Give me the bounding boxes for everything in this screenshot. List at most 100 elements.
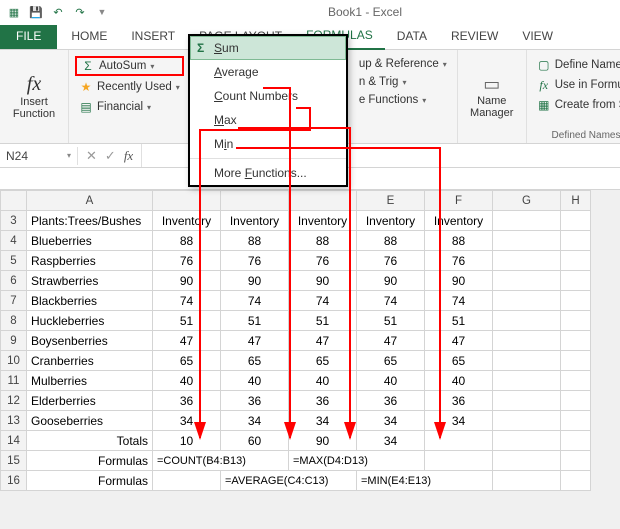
col-header-E[interactable]: E	[357, 191, 425, 211]
row-header[interactable]: 16	[1, 471, 27, 491]
row-header[interactable]: 14	[1, 431, 27, 451]
cell[interactable]	[493, 411, 561, 431]
cell[interactable]: =AVERAGE(C4:C13)	[221, 471, 357, 491]
cell[interactable]: 40	[221, 371, 289, 391]
cell[interactable]: 36	[357, 391, 425, 411]
cell[interactable]	[493, 231, 561, 251]
cell[interactable]	[493, 331, 561, 351]
col-header-G[interactable]: G	[493, 191, 561, 211]
cell[interactable]	[493, 271, 561, 291]
cell[interactable]: 47	[221, 331, 289, 351]
cell[interactable]: 40	[425, 371, 493, 391]
cell[interactable]: 74	[357, 291, 425, 311]
enter-icon[interactable]: ✓	[105, 148, 116, 164]
dd-sum[interactable]: Sum	[190, 36, 346, 60]
cell[interactable]: =MAX(D4:D13)	[289, 451, 425, 471]
cell[interactable]: Gooseberries	[27, 411, 153, 431]
cell[interactable]: 10	[153, 431, 221, 451]
cell[interactable]: 36	[153, 391, 221, 411]
undo-icon[interactable]: ↶	[50, 4, 66, 20]
dd-count-numbers[interactable]: Count Numbers	[190, 84, 346, 108]
fx-icon[interactable]: fx	[124, 148, 133, 164]
row-header[interactable]: 6	[1, 271, 27, 291]
cell[interactable]: =MIN(E4:E13)	[357, 471, 493, 491]
cell[interactable]	[493, 311, 561, 331]
cell[interactable]	[493, 351, 561, 371]
cell[interactable]	[493, 471, 561, 491]
row-header[interactable]: 10	[1, 351, 27, 371]
tab-home[interactable]: HOME	[59, 25, 119, 49]
cell[interactable]	[425, 431, 493, 451]
cell[interactable]	[493, 211, 561, 231]
dd-min[interactable]: Min	[190, 132, 346, 156]
cell[interactable]	[561, 251, 591, 271]
financial-button[interactable]: ▤ Financial ▾	[75, 98, 184, 116]
cell[interactable]: Formulas	[27, 471, 153, 491]
define-name-button[interactable]: ▢ Define Name ▾	[533, 56, 620, 74]
dd-more-functions[interactable]: More Functions...	[190, 161, 346, 185]
cell[interactable]	[561, 411, 591, 431]
cell[interactable]: 65	[425, 351, 493, 371]
cell[interactable]: 34	[425, 411, 493, 431]
dd-average[interactable]: Average	[190, 60, 346, 84]
col-header-H[interactable]: H	[561, 191, 591, 211]
cell[interactable]: 74	[289, 291, 357, 311]
qat-dropdown-icon[interactable]: ▼	[94, 4, 110, 20]
cell[interactable]	[561, 331, 591, 351]
worksheet[interactable]: A E F G H 3 Plants:Trees/Bushes Inventor…	[0, 190, 620, 491]
cell[interactable]: 34	[289, 411, 357, 431]
cell[interactable]: 47	[153, 331, 221, 351]
cell[interactable]: 90	[221, 271, 289, 291]
col-header-B[interactable]	[153, 191, 221, 211]
cell[interactable]: 65	[153, 351, 221, 371]
cell[interactable]: Cranberries	[27, 351, 153, 371]
cell[interactable]: 36	[425, 391, 493, 411]
cell[interactable]: 90	[289, 271, 357, 291]
cell[interactable]	[493, 431, 561, 451]
select-all-cell[interactable]	[1, 191, 27, 211]
cell[interactable]: 40	[289, 371, 357, 391]
row-header[interactable]: 7	[1, 291, 27, 311]
cell[interactable]: Blueberries	[27, 231, 153, 251]
tab-review[interactable]: REVIEW	[439, 25, 510, 49]
cell[interactable]: 76	[357, 251, 425, 271]
row-header[interactable]: 8	[1, 311, 27, 331]
cell[interactable]	[561, 271, 591, 291]
name-box[interactable]: N24 ▾	[0, 147, 78, 165]
cell[interactable]: 88	[289, 231, 357, 251]
cell[interactable]	[493, 391, 561, 411]
cell[interactable]: 88	[425, 231, 493, 251]
cell[interactable]	[425, 451, 493, 471]
cell[interactable]: 51	[425, 311, 493, 331]
cell[interactable]: 40	[357, 371, 425, 391]
row-header[interactable]: 13	[1, 411, 27, 431]
cell[interactable]: 76	[425, 251, 493, 271]
cell[interactable]: Boysenberries	[27, 331, 153, 351]
cell[interactable]: Strawberries	[27, 271, 153, 291]
cell[interactable]: Inventory	[289, 211, 357, 231]
cell[interactable]	[561, 371, 591, 391]
autosum-button[interactable]: Σ AutoSum ▾	[75, 56, 184, 76]
cell[interactable]: 65	[357, 351, 425, 371]
cell[interactable]: 47	[425, 331, 493, 351]
cell[interactable]: 76	[221, 251, 289, 271]
row-header[interactable]: 11	[1, 371, 27, 391]
cell[interactable]	[561, 471, 591, 491]
cell[interactable]	[561, 311, 591, 331]
cell[interactable]: Inventory	[425, 211, 493, 231]
grid[interactable]: A E F G H 3 Plants:Trees/Bushes Inventor…	[0, 190, 591, 491]
cell[interactable]	[153, 471, 221, 491]
tab-view[interactable]: VIEW	[510, 25, 565, 49]
math-trig-button[interactable]: n & Trig ▾	[355, 74, 451, 90]
cell[interactable]	[561, 351, 591, 371]
cell[interactable]: Raspberries	[27, 251, 153, 271]
row-header[interactable]: 9	[1, 331, 27, 351]
cell[interactable]: Inventory	[357, 211, 425, 231]
use-in-formula-button[interactable]: fx Use in Formula	[533, 76, 620, 94]
cell[interactable]	[561, 211, 591, 231]
tab-data[interactable]: DATA	[385, 25, 439, 49]
cell[interactable]: 74	[221, 291, 289, 311]
cell[interactable]: 65	[289, 351, 357, 371]
cell[interactable]: 76	[153, 251, 221, 271]
cell[interactable]: 36	[221, 391, 289, 411]
